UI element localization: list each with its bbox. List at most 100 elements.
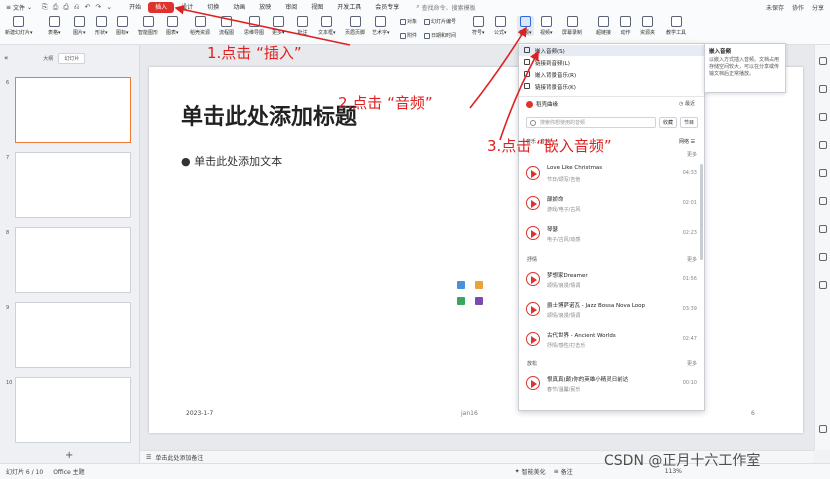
insert-table-icon[interactable] xyxy=(457,297,465,305)
recent-button[interactable]: ◷ 最近 xyxy=(679,100,695,107)
play-icon[interactable] xyxy=(526,196,540,210)
audio-list-item[interactable]: 爵士博萨诺瓦 - Jazz Bossa Nova Loop 颂情/浪漫/情调 03:… xyxy=(525,298,699,324)
redo-icon[interactable]: ↷ xyxy=(95,3,101,12)
tab-transitions[interactable]: 切换 xyxy=(200,2,226,13)
sidebar-tool-icon[interactable] xyxy=(819,425,827,433)
file-menu[interactable]: ≡ 文件 ⌄ xyxy=(6,3,32,12)
shape-button[interactable]: 形状▾ xyxy=(95,16,108,36)
more-link[interactable]: 更多 xyxy=(687,256,697,263)
tab-outline[interactable]: 大纲 xyxy=(38,54,58,63)
play-icon[interactable] xyxy=(526,166,540,180)
action-button[interactable]: 动作 xyxy=(620,16,631,36)
tab-animation[interactable]: 动画 xyxy=(226,2,252,13)
play-icon[interactable] xyxy=(526,272,540,286)
header-footer-button[interactable]: 页眉页脚 xyxy=(345,16,365,36)
slide-thumbnail-8[interactable] xyxy=(15,227,131,293)
command-search[interactable]: ⌕ 查找命令、搜索模板 xyxy=(416,3,475,12)
symbol-button[interactable]: 符号▾ xyxy=(472,16,485,36)
table-button[interactable]: 表格▾ xyxy=(48,16,61,36)
sidebar-tool-icon[interactable] xyxy=(819,169,827,177)
slide-thumbnail-6[interactable] xyxy=(15,77,131,143)
tab-developer[interactable]: 开发工具 xyxy=(330,2,368,13)
tab-membership[interactable]: 会员专享 xyxy=(368,2,406,13)
insert-chart-icon[interactable] xyxy=(475,281,483,289)
insert-video-icon[interactable] xyxy=(475,297,483,305)
slide-number-button[interactable]: 幻灯片编号 xyxy=(424,18,456,25)
insert-picture-icon[interactable] xyxy=(457,281,465,289)
icon-button[interactable]: 图标▾ xyxy=(116,16,129,36)
collaborate-button[interactable]: 协作 xyxy=(792,3,804,12)
sidebar-tool-icon[interactable] xyxy=(819,85,827,93)
slide-body-placeholder[interactable]: ● 单击此处添加文本 xyxy=(181,153,282,169)
more-link[interactable]: 更多 xyxy=(687,151,697,158)
smartart-button[interactable]: 智能图形 xyxy=(138,16,158,36)
sidebar-tool-icon[interactable] xyxy=(819,281,827,289)
format-painter-icon[interactable]: ⎌ xyxy=(74,3,80,12)
play-icon[interactable] xyxy=(526,302,540,316)
hyperlink-button[interactable]: 超链接 xyxy=(596,16,611,36)
audio-list-item[interactable]: 古代世界 - Ancient Worlds 抒情/感性/打击乐 02:47 xyxy=(525,328,699,354)
date-time-button[interactable]: 日期和时间 xyxy=(424,32,456,39)
attachment-button[interactable]: 附件 xyxy=(400,32,417,39)
favorites-button[interactable]: 收藏 xyxy=(659,117,677,128)
programs-button[interactable]: 节目 xyxy=(680,117,698,128)
customize-icon[interactable]: ⌄ xyxy=(106,3,112,12)
audio-button[interactable]: 音频▾ xyxy=(517,16,534,36)
chart-button[interactable]: 图表▾ xyxy=(166,16,179,36)
play-icon[interactable] xyxy=(526,332,540,346)
print-icon[interactable]: ⎙ xyxy=(63,3,69,12)
docer-resource-button[interactable]: 稻壳资源 xyxy=(190,16,210,36)
more-button[interactable]: 更多▾ xyxy=(272,16,285,36)
sidebar-tool-icon[interactable] xyxy=(819,113,827,121)
slide-thumbnail-7[interactable] xyxy=(15,152,131,218)
undo-icon[interactable]: ↶ xyxy=(85,3,91,12)
slide-title-placeholder[interactable]: 单击此处添加标题 xyxy=(181,99,357,131)
comment-button[interactable]: 批注 xyxy=(297,16,308,36)
tab-review[interactable]: 审阅 xyxy=(278,2,304,13)
tab-home[interactable]: 开始 xyxy=(122,2,148,13)
sidebar-tool-icon[interactable] xyxy=(819,253,827,261)
link-bgm-item[interactable]: 链接背景音乐(K) xyxy=(519,81,704,92)
more-link[interactable]: 更多 xyxy=(687,360,697,367)
tab-slides[interactable]: 幻灯片 xyxy=(58,52,86,64)
mindmap-button[interactable]: 思维导图 xyxy=(244,16,264,36)
print-preview-icon[interactable]: ⎙ xyxy=(53,3,59,12)
share-button[interactable]: 分享 xyxy=(812,3,824,12)
unsaved-status[interactable]: 未保存 xyxy=(766,3,784,12)
audio-list-item[interactable]: Love Like Christmas 节日/颂写/吉他 04:33 xyxy=(525,162,699,188)
wordart-button[interactable]: 艺术字▾ xyxy=(372,16,390,36)
play-icon[interactable] xyxy=(526,226,540,240)
audio-list-item[interactable]: 颠娇命 游戏/电子/古风 02:01 xyxy=(525,192,699,218)
slide-thumbnail-9[interactable] xyxy=(15,302,131,368)
notes-toggle-button[interactable]: ≡ 备注 xyxy=(554,467,573,476)
flowchart-button[interactable]: 流程图 xyxy=(219,16,234,36)
new-slide-button[interactable]: 新建幻灯片▾ xyxy=(5,16,33,36)
screen-record-button[interactable]: 屏幕录制 xyxy=(562,16,582,36)
audio-search-input[interactable]: 搜索你想使用的音频 xyxy=(526,117,656,128)
dropdown-scrollbar[interactable] xyxy=(700,164,703,260)
textbox-button[interactable]: 文本框▾ xyxy=(318,16,336,36)
embed-audio-item[interactable]: 嵌入音频(S) xyxy=(519,45,704,56)
tab-insert[interactable]: 插入 xyxy=(148,1,175,13)
smart-beautify-button[interactable]: ✦ 智能美化 xyxy=(515,467,546,476)
teaching-tools-button[interactable]: 教学工具 xyxy=(666,16,686,36)
image-button[interactable]: 图片▾ xyxy=(73,16,86,36)
collapse-panel-icon[interactable]: « xyxy=(4,54,8,62)
save-icon[interactable]: ⎘ xyxy=(42,3,48,12)
tab-slideshow[interactable]: 放映 xyxy=(252,2,278,13)
audio-list-item[interactable]: 琴瑟 电子/古风/动感 02:23 xyxy=(525,222,699,248)
embed-bgm-item[interactable]: 嵌入背景音乐(R) xyxy=(519,69,704,80)
sidebar-tool-icon[interactable] xyxy=(819,197,827,205)
sidebar-tool-icon[interactable] xyxy=(819,225,827,233)
add-slide-button[interactable]: + xyxy=(65,450,73,461)
video-button[interactable]: 视频▾ xyxy=(540,16,553,36)
audio-list-item[interactable]: 恨真真(颠)你的英雄小精灵日前达 春节/温馨/民乐 00:10 xyxy=(525,372,699,398)
sidebar-tool-icon[interactable] xyxy=(819,141,827,149)
sidebar-tool-icon[interactable] xyxy=(819,57,827,65)
play-icon[interactable] xyxy=(526,376,540,390)
object-button[interactable]: 对象 xyxy=(400,18,417,25)
tab-view[interactable]: 视图 xyxy=(304,2,330,13)
link-audio-item[interactable]: 链接到音频(L) xyxy=(519,57,704,68)
formula-button[interactable]: 公式▾ xyxy=(494,16,507,36)
slide-thumbnail-10[interactable] xyxy=(15,377,131,443)
